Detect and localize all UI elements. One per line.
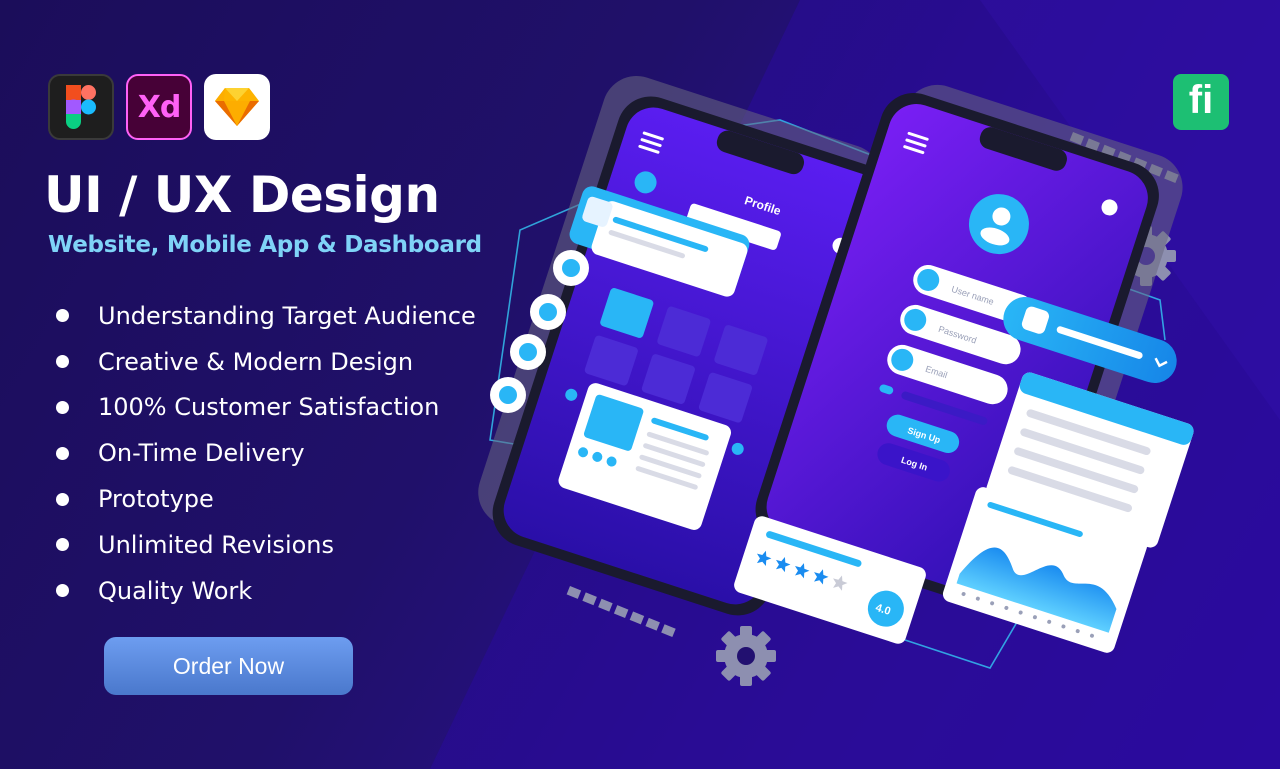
home-icon <box>562 259 580 277</box>
gear-icon <box>716 626 776 686</box>
bell-icon <box>499 386 517 404</box>
app-mockup-illustration: Profile User name Password Email Sign Up… <box>478 76 1194 686</box>
search-icon <box>539 303 557 321</box>
location-icon <box>519 343 537 361</box>
